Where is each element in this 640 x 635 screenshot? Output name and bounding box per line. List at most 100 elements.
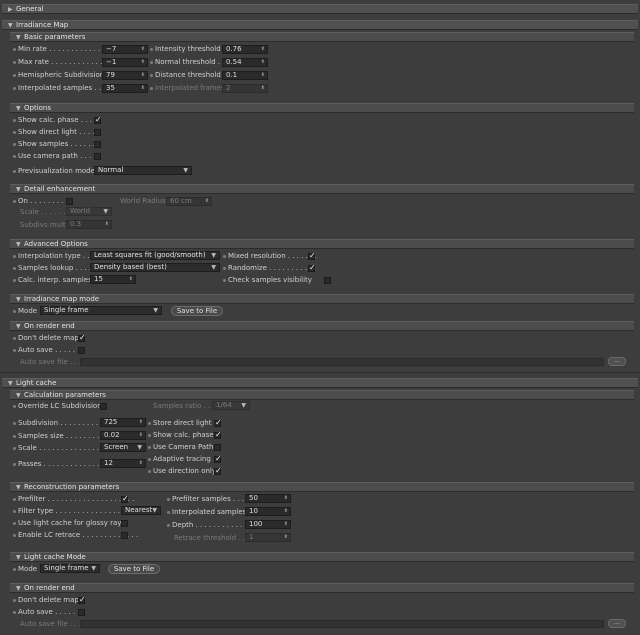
section-general[interactable]: ▶ General	[2, 4, 638, 14]
normal-threshold-field[interactable]: 0.54 ⬍	[222, 58, 268, 67]
spinner-icon[interactable]: ⬍	[261, 72, 265, 79]
irradiance-auto-save-checkbox[interactable]	[78, 347, 85, 354]
override-lc-subdivision-checkbox[interactable]	[100, 403, 107, 410]
spinner-icon[interactable]: ⬍	[141, 46, 145, 53]
retrace-threshold-field[interactable]: 1 ⬍	[245, 533, 291, 542]
irradiance-auto-save-file-field[interactable]	[80, 358, 604, 366]
lc-show-calc-phase-checkbox[interactable]: ✓	[214, 430, 222, 439]
hemispheric-subdivision-field[interactable]: 79 ⬍	[102, 71, 148, 80]
spinner-icon[interactable]: ⬍	[284, 508, 288, 515]
spinner-icon[interactable]: ⬍	[261, 46, 265, 53]
param-dot-icon	[150, 47, 153, 51]
prefilter-checkbox[interactable]: ✓	[121, 494, 129, 503]
expanded-arrow-icon: ▼	[16, 296, 21, 303]
prefilter-samples-field[interactable]: 50 ⬍	[245, 494, 291, 503]
lc-use-camera-path-checkbox[interactable]	[214, 444, 221, 451]
adaptive-tracing-checkbox[interactable]: ✓	[214, 454, 222, 463]
interpolated-frames-field[interactable]: 2 ⬍	[222, 84, 268, 93]
group-lc-render-end[interactable]: ▼ On render end	[10, 583, 634, 593]
group-light-cache-mode[interactable]: ▼ Light cache Mode	[10, 552, 634, 562]
checkmark-icon: ✓	[215, 430, 222, 439]
lc-subdivision-field[interactable]: 725 ⬍	[100, 418, 146, 427]
group-calculation-parameters[interactable]: ▼ Calculation parameters	[10, 390, 634, 400]
lc-mode-dropdown[interactable]: Single frame ▼	[40, 564, 100, 573]
interpolated-samples-field[interactable]: 35 ⬍	[102, 84, 148, 93]
spinner-icon[interactable]: ⬍	[139, 432, 143, 439]
group-detail-enhancement[interactable]: ▼ Detail enhancement	[10, 184, 634, 194]
enable-lc-retrace-checkbox[interactable]	[121, 532, 128, 539]
depth-field[interactable]: 100 ⬍	[245, 520, 291, 529]
detail-scale-dropdown[interactable]: World ▼	[66, 207, 112, 216]
param-dot-icon	[13, 60, 16, 64]
group-irradiance-map-mode[interactable]: ▼ Irradiance map mode	[10, 294, 634, 304]
spinner-icon[interactable]: ⬍	[284, 495, 288, 502]
group-basic-parameters[interactable]: ▼ Basic parameters	[10, 32, 634, 42]
lc-dont-delete-checkbox[interactable]: ✓	[78, 595, 86, 604]
min-rate-field[interactable]: −7 ⬍	[102, 45, 148, 54]
show-samples-checkbox[interactable]	[94, 141, 101, 148]
dropdown-arrow-icon: ▼	[103, 208, 108, 215]
irradiance-dont-delete-checkbox[interactable]: ✓	[78, 333, 86, 342]
lc-sample-size-field[interactable]: 0.02 ⬍	[100, 431, 146, 440]
interpolation-type-dropdown[interactable]: Least squares fit (good/smooth) ▼	[90, 251, 220, 260]
store-direct-light-checkbox[interactable]: ✓	[214, 418, 222, 427]
subdivs-mult-field[interactable]: 0.3 ⬍	[66, 220, 112, 229]
section-light-cache[interactable]: ▼ Light cache	[2, 378, 638, 388]
previsualization-mode-dropdown[interactable]: Normal ▼	[94, 166, 192, 175]
samples-ratio-dropdown[interactable]: 1/64 ▼	[212, 401, 250, 410]
world-radius-field[interactable]: 60 cm ⬍	[166, 197, 212, 206]
spinner-icon[interactable]: ⬍	[141, 72, 145, 79]
expanded-arrow-icon: ▼	[16, 105, 21, 112]
lc-interpolated-samples-field[interactable]: 10 ⬍	[245, 507, 291, 516]
detail-on-checkbox[interactable]	[66, 198, 73, 205]
param-dot-icon	[13, 309, 16, 313]
spinner-icon[interactable]: ⬍	[141, 85, 145, 92]
group-irradiance-render-end[interactable]: ▼ On render end	[10, 321, 634, 331]
irradiance-browse-button[interactable]: ...	[608, 357, 626, 366]
irradiance-save-to-file-button[interactable]: Save to File	[171, 306, 223, 316]
show-calc-phase-checkbox[interactable]: ✓	[94, 115, 102, 124]
subdivs-mult-label: Subdivs mult. .	[20, 221, 72, 229]
distance-threshold-field[interactable]: 0.1 ⬍	[222, 71, 268, 80]
param-dot-icon	[223, 278, 226, 282]
spinner-icon[interactable]: ⬍	[284, 534, 288, 541]
intensity-threshold-field[interactable]: 0.76 ⬍	[222, 45, 268, 54]
spinner-icon[interactable]: ⬍	[141, 59, 145, 66]
group-options[interactable]: ▼ Options	[10, 103, 634, 113]
lc-auto-save-checkbox[interactable]	[78, 609, 85, 616]
lc-auto-save-file-field[interactable]	[80, 620, 604, 628]
spinner-icon[interactable]: ⬍	[261, 59, 265, 66]
use-direction-only-checkbox[interactable]: ✓	[214, 466, 222, 475]
check-samples-visibility-checkbox[interactable]	[324, 277, 331, 284]
irradiance-mode-dropdown[interactable]: Single frame ▼	[40, 306, 162, 315]
randomize-label: Randomize . . . . . . . . . . .	[223, 264, 316, 273]
spinner-icon[interactable]: ⬍	[261, 85, 265, 92]
max-rate-field[interactable]: −1 ⬍	[102, 58, 148, 67]
samples-lookup-dropdown[interactable]: Density based (best) ▼	[90, 263, 220, 272]
show-direct-light-checkbox[interactable]	[94, 129, 101, 136]
lc-passes-label: Passes . . . . . . . . . . . . . .	[13, 460, 104, 469]
calc-interp-samples-field[interactable]: 15 ⬍	[90, 275, 136, 284]
randomize-checkbox[interactable]: ✓	[308, 263, 316, 272]
use-lc-glossy-checkbox[interactable]	[121, 520, 128, 527]
lc-auto-save-file-label: Auto save file . . .	[20, 620, 82, 628]
filter-type-dropdown[interactable]: Nearest ▼	[121, 506, 161, 515]
spinner-icon[interactable]: ⬍	[139, 419, 143, 426]
lc-passes-field[interactable]: 12 ⬍	[100, 459, 146, 468]
spinner-icon[interactable]: ⬍	[129, 276, 133, 283]
spinner-icon[interactable]: ⬍	[139, 460, 143, 467]
spinner-icon[interactable]: ⬍	[284, 521, 288, 528]
use-camera-path-checkbox[interactable]	[94, 153, 101, 160]
spinner-icon[interactable]: ⬍	[205, 198, 209, 205]
group-reconstruction-parameters[interactable]: ▼ Reconstruction parameters	[10, 482, 634, 492]
section-irradiance-map[interactable]: ▼ Irradiance Map	[2, 20, 638, 30]
lc-save-to-file-button[interactable]: Save to File	[108, 564, 160, 574]
mixed-resolution-checkbox[interactable]: ✓	[308, 251, 316, 260]
group-advanced-options[interactable]: ▼ Advanced Options	[10, 239, 634, 249]
param-dot-icon	[13, 73, 16, 77]
lc-scale-dropdown[interactable]: Screen ▼	[100, 443, 146, 452]
hemispheric-subdivision-label: Hemispheric Subdivision	[13, 71, 104, 80]
spinner-icon[interactable]: ⬍	[105, 221, 109, 228]
lc-browse-button[interactable]: ...	[608, 619, 626, 628]
world-radius-label: World Radius	[120, 197, 166, 205]
